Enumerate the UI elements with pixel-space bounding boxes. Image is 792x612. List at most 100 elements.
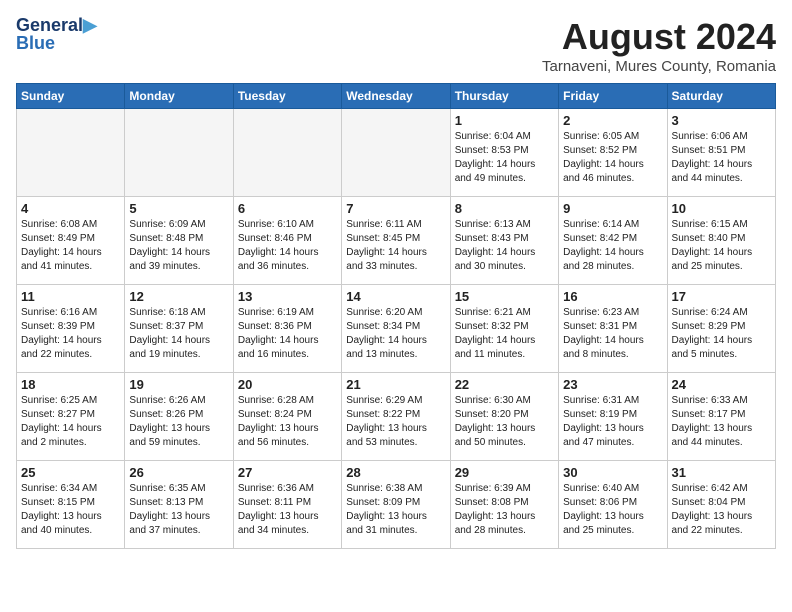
calendar-title: August 2024 [542, 16, 776, 58]
weekday-header: Saturday [667, 84, 775, 109]
page-header: General▶ Blue August 2024 Tarnaveni, Mur… [16, 16, 776, 75]
day-info: Sunrise: 6:26 AM Sunset: 8:26 PM Dayligh… [129, 394, 228, 450]
day-info: Sunrise: 6:34 AM Sunset: 8:15 PM Dayligh… [21, 482, 120, 538]
calendar-cell: 6Sunrise: 6:10 AM Sunset: 8:46 PM Daylig… [233, 197, 341, 285]
day-info: Sunrise: 6:42 AM Sunset: 8:04 PM Dayligh… [672, 482, 771, 538]
calendar-cell: 13Sunrise: 6:19 AM Sunset: 8:36 PM Dayli… [233, 285, 341, 373]
calendar-cell: 30 Sunrise: 6:40 AM Sunset: 8:06 PM Dayli… [559, 461, 667, 549]
calendar-cell: 27Sunrise: 6:36 AM Sunset: 8:11 PM Dayli… [233, 461, 341, 549]
calendar-cell: 7 Sunrise: 6:11 AM Sunset: 8:45 PM Daylig… [342, 197, 450, 285]
day-info: Sunrise: 6:23 AM Sunset: 8:31 PM Dayligh… [563, 306, 662, 362]
day-info: Sunrise: 6:31 AM Sunset: 8:19 PM Dayligh… [563, 394, 662, 450]
day-info: Sunrise: 6:24 AM Sunset: 8:29 PM Dayligh… [672, 306, 771, 362]
day-number: 30 [563, 465, 662, 480]
header-row: SundayMondayTuesdayWednesdayThursdayFrid… [17, 84, 776, 109]
calendar-cell: 5Sunrise: 6:09 AM Sunset: 8:48 PM Daylig… [125, 197, 233, 285]
day-number: 17 [672, 289, 771, 304]
day-number: 1 [455, 113, 554, 128]
weekday-header: Sunday [17, 84, 125, 109]
day-number: 2 [563, 113, 662, 128]
day-info: Sunrise: 6:21 AM Sunset: 8:32 PM Dayligh… [455, 306, 554, 362]
logo: General▶ Blue [16, 16, 97, 52]
title-block: August 2024 Tarnaveni, Mures County, Rom… [542, 16, 776, 75]
day-number: 18 [21, 377, 120, 392]
calendar-cell [342, 109, 450, 197]
day-number: 22 [455, 377, 554, 392]
calendar-cell: 15 Sunrise: 6:21 AM Sunset: 8:32 PM Dayli… [450, 285, 558, 373]
day-number: 6 [238, 201, 337, 216]
day-number: 9 [563, 201, 662, 216]
calendar-subtitle: Tarnaveni, Mures County, Romania [542, 58, 776, 75]
day-info: Sunrise: 6:08 AM Sunset: 8:49 PM Dayligh… [21, 218, 120, 274]
calendar-cell: 29 Sunrise: 6:39 AM Sunset: 8:08 PM Dayli… [450, 461, 558, 549]
day-info: Sunrise: 6:09 AM Sunset: 8:48 PM Dayligh… [129, 218, 228, 274]
calendar-body: 1Sunrise: 6:04 AM Sunset: 8:53 PM Daylig… [17, 109, 776, 549]
calendar-cell: 4 Sunrise: 6:08 AM Sunset: 8:49 PM Daylig… [17, 197, 125, 285]
day-number: 23 [563, 377, 662, 392]
day-info: Sunrise: 6:29 AM Sunset: 8:22 PM Dayligh… [346, 394, 445, 450]
calendar-cell: 14Sunrise: 6:20 AM Sunset: 8:34 PM Dayli… [342, 285, 450, 373]
calendar-cell: 26 Sunrise: 6:35 AM Sunset: 8:13 PM Dayli… [125, 461, 233, 549]
day-number: 12 [129, 289, 228, 304]
day-number: 7 [346, 201, 445, 216]
day-number: 26 [129, 465, 228, 480]
calendar-cell: 22Sunrise: 6:30 AM Sunset: 8:20 PM Dayli… [450, 373, 558, 461]
weekday-header: Friday [559, 84, 667, 109]
calendar-week-row: 11Sunrise: 6:16 AM Sunset: 8:39 PM Dayli… [17, 285, 776, 373]
day-number: 16 [563, 289, 662, 304]
calendar-table: SundayMondayTuesdayWednesdayThursdayFrid… [16, 83, 776, 549]
calendar-week-row: 1Sunrise: 6:04 AM Sunset: 8:53 PM Daylig… [17, 109, 776, 197]
day-info: Sunrise: 6:14 AM Sunset: 8:42 PM Dayligh… [563, 218, 662, 274]
calendar-cell: 8Sunrise: 6:13 AM Sunset: 8:43 PM Daylig… [450, 197, 558, 285]
calendar-cell: 18 Sunrise: 6:25 AM Sunset: 8:27 PM Dayli… [17, 373, 125, 461]
calendar-cell: 21 Sunrise: 6:29 AM Sunset: 8:22 PM Dayli… [342, 373, 450, 461]
calendar-cell [17, 109, 125, 197]
day-number: 4 [21, 201, 120, 216]
day-number: 11 [21, 289, 120, 304]
calendar-cell: 11Sunrise: 6:16 AM Sunset: 8:39 PM Dayli… [17, 285, 125, 373]
day-info: Sunrise: 6:28 AM Sunset: 8:24 PM Dayligh… [238, 394, 337, 450]
day-number: 13 [238, 289, 337, 304]
weekday-header: Tuesday [233, 84, 341, 109]
day-number: 14 [346, 289, 445, 304]
day-number: 3 [672, 113, 771, 128]
calendar-week-row: 25 Sunrise: 6:34 AM Sunset: 8:15 PM Dayli… [17, 461, 776, 549]
day-number: 15 [455, 289, 554, 304]
day-number: 29 [455, 465, 554, 480]
calendar-cell: 28Sunrise: 6:38 AM Sunset: 8:09 PM Dayli… [342, 461, 450, 549]
day-info: Sunrise: 6:06 AM Sunset: 8:51 PM Dayligh… [672, 130, 771, 186]
calendar-week-row: 18 Sunrise: 6:25 AM Sunset: 8:27 PM Dayli… [17, 373, 776, 461]
day-info: Sunrise: 6:18 AM Sunset: 8:37 PM Dayligh… [129, 306, 228, 362]
day-info: Sunrise: 6:40 AM Sunset: 8:06 PM Dayligh… [563, 482, 662, 538]
day-number: 20 [238, 377, 337, 392]
calendar-cell: 17 Sunrise: 6:24 AM Sunset: 8:29 PM Dayli… [667, 285, 775, 373]
day-number: 10 [672, 201, 771, 216]
day-info: Sunrise: 6:11 AM Sunset: 8:45 PM Dayligh… [346, 218, 445, 274]
day-info: Sunrise: 6:25 AM Sunset: 8:27 PM Dayligh… [21, 394, 120, 450]
calendar-cell: 3 Sunrise: 6:06 AM Sunset: 8:51 PM Daylig… [667, 109, 775, 197]
calendar-cell: 1Sunrise: 6:04 AM Sunset: 8:53 PM Daylig… [450, 109, 558, 197]
day-info: Sunrise: 6:05 AM Sunset: 8:52 PM Dayligh… [563, 130, 662, 186]
day-info: Sunrise: 6:15 AM Sunset: 8:40 PM Dayligh… [672, 218, 771, 274]
day-number: 24 [672, 377, 771, 392]
calendar-week-row: 4 Sunrise: 6:08 AM Sunset: 8:49 PM Daylig… [17, 197, 776, 285]
day-info: Sunrise: 6:35 AM Sunset: 8:13 PM Dayligh… [129, 482, 228, 538]
calendar-cell: 25 Sunrise: 6:34 AM Sunset: 8:15 PM Dayli… [17, 461, 125, 549]
calendar-cell: 2 Sunrise: 6:05 AM Sunset: 8:52 PM Daylig… [559, 109, 667, 197]
weekday-header: Wednesday [342, 84, 450, 109]
day-info: Sunrise: 6:13 AM Sunset: 8:43 PM Dayligh… [455, 218, 554, 274]
calendar-cell: 19Sunrise: 6:26 AM Sunset: 8:26 PM Dayli… [125, 373, 233, 461]
calendar-cell: 9 Sunrise: 6:14 AM Sunset: 8:42 PM Daylig… [559, 197, 667, 285]
calendar-cell [233, 109, 341, 197]
day-number: 28 [346, 465, 445, 480]
weekday-header: Monday [125, 84, 233, 109]
day-number: 21 [346, 377, 445, 392]
day-number: 25 [21, 465, 120, 480]
day-info: Sunrise: 6:33 AM Sunset: 8:17 PM Dayligh… [672, 394, 771, 450]
calendar-cell: 10 Sunrise: 6:15 AM Sunset: 8:40 PM Dayli… [667, 197, 775, 285]
day-number: 27 [238, 465, 337, 480]
day-info: Sunrise: 6:39 AM Sunset: 8:08 PM Dayligh… [455, 482, 554, 538]
weekday-header: Thursday [450, 84, 558, 109]
logo-text: General▶ [16, 16, 97, 34]
calendar-cell [125, 109, 233, 197]
